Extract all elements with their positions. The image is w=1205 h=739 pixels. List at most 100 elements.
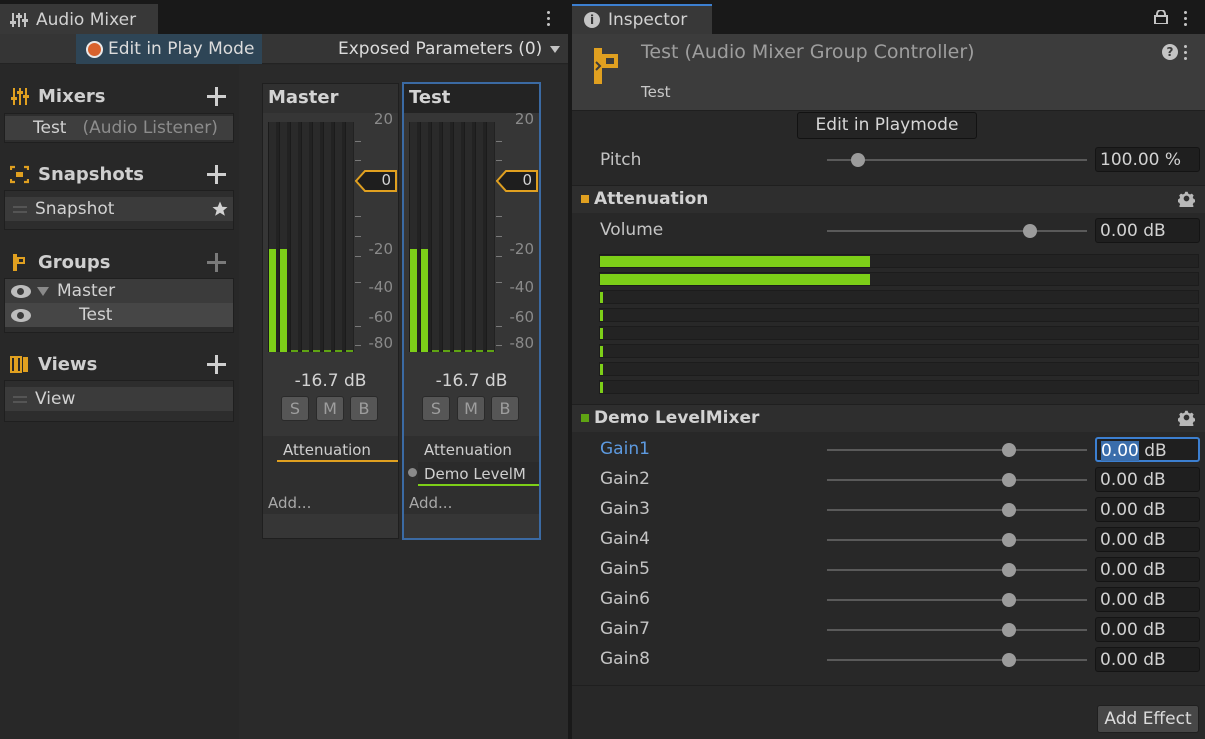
scale-label: -60 bbox=[368, 308, 394, 326]
gain-value-field[interactable]: 0.00 dB bbox=[1095, 527, 1200, 552]
help-icon[interactable]: ? bbox=[1162, 44, 1178, 60]
solo-button[interactable]: S bbox=[422, 396, 450, 421]
dropdown-arrow-icon bbox=[550, 45, 561, 53]
volume-fader-handle[interactable]: 0 bbox=[355, 170, 397, 192]
gain-slider[interactable] bbox=[827, 563, 1087, 577]
vu-meter-fill bbox=[600, 274, 870, 285]
add-view-plus-icon[interactable] bbox=[207, 354, 226, 374]
inspector-tab[interactable]: i Inspector bbox=[572, 4, 712, 34]
gain-value-field[interactable]: 0.00 dB bbox=[1095, 617, 1200, 642]
slider-knob[interactable] bbox=[1002, 623, 1016, 637]
expand-arrow-icon[interactable] bbox=[37, 286, 49, 296]
gain-slider[interactable] bbox=[827, 533, 1087, 547]
lock-icon[interactable] bbox=[1154, 10, 1168, 24]
vu-meter-row bbox=[599, 344, 1199, 358]
group-item-master[interactable]: Master bbox=[5, 279, 233, 303]
group-item-name: Test bbox=[79, 305, 113, 325]
star-icon[interactable] bbox=[211, 200, 229, 218]
mute-button[interactable]: M bbox=[457, 396, 485, 421]
gain-value-field[interactable]: 0.00 dB bbox=[1095, 557, 1200, 582]
inspector-menu-kebab-icon[interactable] bbox=[1183, 11, 1187, 26]
gain-slider[interactable] bbox=[827, 623, 1087, 637]
gain-value-field[interactable]: 0.00 dB bbox=[1095, 497, 1200, 522]
add-mixer-plus-icon[interactable] bbox=[207, 86, 226, 106]
gain-value-field[interactable]: 0.00 dB bbox=[1095, 437, 1200, 462]
add-effect-link[interactable]: Add... bbox=[268, 494, 311, 512]
edit-in-playmode-button[interactable]: Edit in Playmode bbox=[797, 112, 977, 139]
views-icon bbox=[10, 355, 28, 373]
view-item[interactable]: View bbox=[5, 387, 233, 411]
solo-button[interactable]: S bbox=[281, 396, 309, 421]
pitch-slider[interactable] bbox=[827, 153, 1087, 167]
gain-value-field[interactable]: 0.00 dB bbox=[1095, 467, 1200, 492]
pitch-label: Pitch bbox=[600, 150, 642, 170]
exposed-parameters-label: Exposed Parameters (0) bbox=[338, 39, 543, 59]
component-menu-kebab-icon[interactable] bbox=[1183, 45, 1187, 60]
volume-fader-handle[interactable]: 0 bbox=[496, 170, 538, 192]
audio-mixer-tab[interactable]: Audio Mixer bbox=[0, 4, 158, 34]
gain-value-field[interactable]: 0.00 dB bbox=[1095, 587, 1200, 612]
slider-knob[interactable] bbox=[1002, 443, 1016, 457]
effect-slot-demo-levelmixer[interactable]: Demo LevelM bbox=[418, 462, 539, 486]
vu-meter-fill bbox=[600, 310, 603, 321]
levelmixer-section-header[interactable]: Demo LevelMixer bbox=[572, 404, 1205, 432]
bypass-button[interactable]: B bbox=[491, 396, 519, 421]
views-title: Views bbox=[38, 353, 98, 375]
visibility-eye-icon[interactable] bbox=[11, 284, 31, 298]
add-snapshot-plus-icon[interactable] bbox=[207, 164, 226, 184]
add-effect-link[interactable]: Add... bbox=[409, 494, 452, 512]
slider-knob[interactable] bbox=[1002, 503, 1016, 517]
snapshot-item[interactable]: Snapshot bbox=[5, 197, 233, 221]
slider-knob[interactable] bbox=[1002, 653, 1016, 667]
mute-button[interactable]: M bbox=[316, 396, 344, 421]
attenuation-color-square-icon bbox=[581, 195, 589, 203]
exposed-parameters-dropdown[interactable]: Exposed Parameters (0) bbox=[338, 34, 561, 64]
add-effect-button[interactable]: Add Effect bbox=[1097, 705, 1199, 733]
visibility-eye-icon[interactable] bbox=[11, 308, 31, 322]
bypass-button[interactable]: B bbox=[350, 396, 378, 421]
gain-label: Gain5 bbox=[600, 559, 650, 579]
mixer-item[interactable]: Test (Audio Listener) bbox=[5, 116, 233, 140]
gain-label: Gain2 bbox=[600, 469, 650, 489]
levelmixer-color-square-icon bbox=[581, 414, 589, 422]
vu-meter-fill bbox=[600, 328, 603, 339]
gain-slider[interactable] bbox=[827, 443, 1087, 457]
gain-value-field[interactable]: 0.00 dB bbox=[1095, 647, 1200, 672]
inspector-subtitle: Test bbox=[641, 83, 671, 101]
vu-meter-fill bbox=[600, 256, 870, 267]
gear-icon[interactable] bbox=[1178, 190, 1195, 207]
slider-knob[interactable] bbox=[1002, 533, 1016, 547]
effect-slot-attenuation[interactable]: Attenuation bbox=[277, 438, 398, 462]
add-group-plus-icon[interactable] bbox=[207, 252, 226, 272]
slider-knob[interactable] bbox=[1022, 224, 1037, 238]
scale-label: -80 bbox=[509, 334, 535, 352]
effects-list: Attenuation Add... bbox=[263, 436, 398, 514]
volume-slider[interactable] bbox=[827, 224, 1087, 238]
gain-label: Gain8 bbox=[600, 649, 650, 669]
group-item-name: Master bbox=[57, 281, 116, 301]
slider-knob[interactable] bbox=[851, 153, 866, 167]
drag-handle-icon[interactable] bbox=[13, 395, 27, 403]
gain-slider[interactable] bbox=[827, 653, 1087, 667]
gear-icon[interactable] bbox=[1178, 409, 1195, 426]
edit-in-play-mode-button[interactable]: Edit in Play Mode bbox=[76, 34, 262, 64]
volume-value-field[interactable]: 0.00 dB bbox=[1095, 218, 1200, 243]
channel-strip-master[interactable]: Master 20 -20 -40 -60 -80 0 -16.7 dB S M… bbox=[262, 83, 399, 539]
slider-knob[interactable] bbox=[1002, 473, 1016, 487]
drag-handle-icon[interactable] bbox=[13, 205, 27, 213]
slider-knob[interactable] bbox=[1002, 593, 1016, 607]
effect-slot-attenuation[interactable]: Attenuation bbox=[418, 438, 539, 462]
db-scale: 20 -20 -40 -60 -80 bbox=[496, 110, 540, 354]
mixer-menu-kebab-icon[interactable] bbox=[546, 11, 550, 26]
gain-slider[interactable] bbox=[827, 503, 1087, 517]
vu-meter-row bbox=[599, 290, 1199, 304]
group-item-test[interactable]: Test bbox=[5, 303, 233, 327]
channel-strip-test[interactable]: Test 20 -20 -40 -60 -80 0 -16.7 dB S M B… bbox=[402, 82, 541, 540]
db-scale: 20 -20 -40 -60 -80 bbox=[355, 110, 399, 354]
gain-slider[interactable] bbox=[827, 593, 1087, 607]
slider-knob[interactable] bbox=[1002, 563, 1016, 577]
pitch-value-field[interactable]: 100.00 % bbox=[1095, 147, 1200, 172]
gain-slider[interactable] bbox=[827, 473, 1087, 487]
attenuation-section-header[interactable]: Attenuation bbox=[572, 185, 1205, 213]
vu-meter-fill bbox=[600, 364, 603, 375]
